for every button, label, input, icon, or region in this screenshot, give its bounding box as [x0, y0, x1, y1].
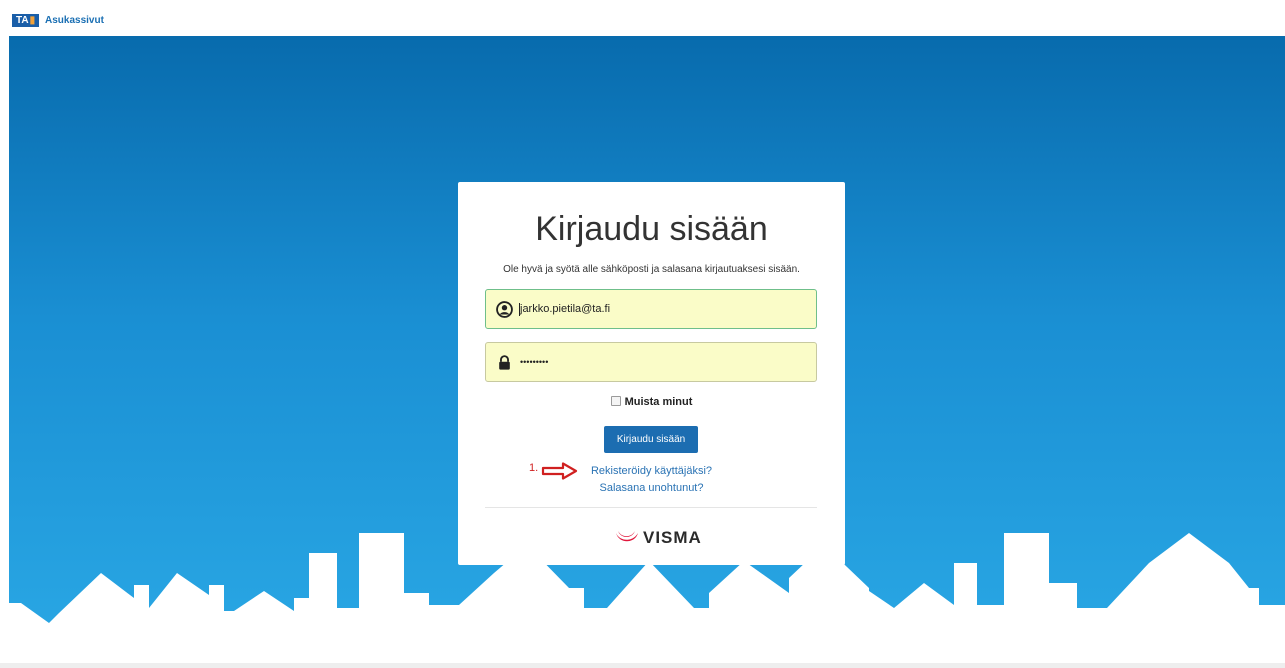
- email-field[interactable]: [485, 289, 817, 329]
- ta-logo[interactable]: TA ▮: [12, 14, 40, 27]
- app-name[interactable]: Asukassivut: [45, 14, 104, 28]
- arrow-right-icon: [541, 462, 578, 480]
- top-bar: TA ▮ Asukassivut: [0, 0, 1285, 36]
- login-instruction: Ole hyvä ja syötä alle sähköposti ja sal…: [503, 264, 800, 275]
- remember-me-label: Muista minut: [624, 396, 693, 408]
- lock-icon: [499, 355, 510, 370]
- visma-swoosh-icon: [616, 531, 638, 542]
- password-input[interactable]: •••••••••: [520, 343, 800, 381]
- forgot-password-link[interactable]: Salasana unohtunut?: [458, 482, 845, 494]
- remember-me[interactable]: Muista minut: [458, 396, 845, 408]
- annotation-number: 1.: [529, 462, 539, 474]
- register-link[interactable]: Rekisteröidy käyttäjäksi?: [458, 465, 845, 477]
- login-card: Kirjaudu sisään Ole hyvä ja syötä alle s…: [458, 182, 845, 565]
- user-circle-icon: [496, 301, 513, 318]
- email-input[interactable]: [520, 290, 800, 328]
- remember-me-checkbox[interactable]: [610, 396, 621, 406]
- page-footer-line: [0, 663, 1285, 668]
- visma-logo: VISMA: [615, 526, 702, 550]
- logo-text: TA: [16, 15, 29, 26]
- visma-text: VISMA: [643, 528, 702, 547]
- password-field[interactable]: •••••••••: [485, 342, 817, 382]
- logo-mark-icon: ▮: [29, 15, 36, 26]
- page-title: Kirjaudu sisään: [535, 210, 768, 248]
- annotation-marker: 1.: [529, 462, 579, 480]
- card-divider: [485, 507, 817, 508]
- login-button[interactable]: Kirjaudu sisään: [604, 426, 698, 453]
